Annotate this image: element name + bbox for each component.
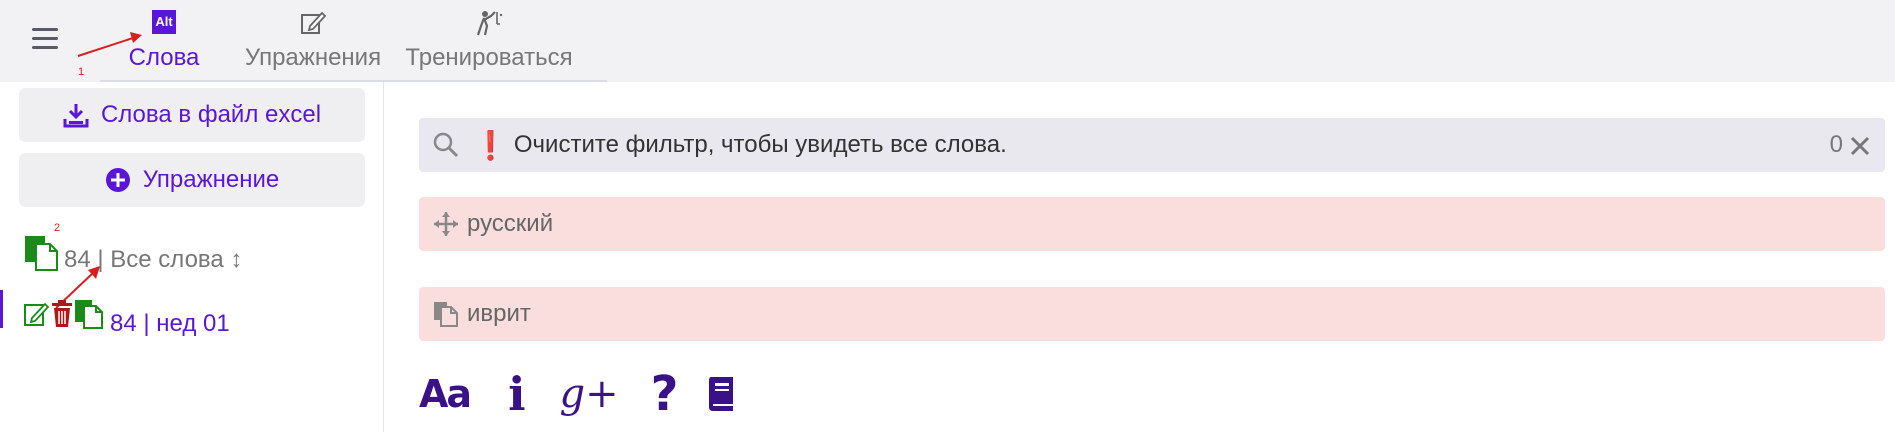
annotation-label-1: 1 — [78, 66, 85, 78]
list-item-label: 84 | нед 01 — [110, 310, 230, 337]
source-language-field[interactable]: русский — [419, 197, 1885, 251]
help-icon[interactable]: ? — [651, 366, 679, 422]
filter-message: Очистите фильтр, чтобы увидеть все слова… — [513, 131, 1007, 158]
sidebar: Слова в файл excel Упражнение 2 84 | Все… — [0, 82, 384, 432]
book-icon[interactable] — [707, 375, 737, 413]
download-icon — [63, 104, 89, 128]
font-size-icon[interactable]: Aa — [419, 372, 472, 416]
tab-train-label: Тренироваться — [405, 44, 573, 71]
warning-icon: ❗ — [473, 129, 508, 161]
close-icon[interactable] — [1847, 130, 1873, 160]
info-icon[interactable]: i — [508, 367, 525, 421]
alt-icon: Alt — [152, 10, 176, 36]
trash-icon[interactable] — [50, 299, 74, 329]
list-item-label: 84 | Все слова ↕ — [64, 246, 243, 273]
copy-icon[interactable] — [433, 301, 459, 327]
export-excel-label: Слова в файл excel — [100, 101, 322, 128]
edit-icon — [300, 10, 327, 36]
add-exercise-label: Упражнение — [142, 166, 280, 193]
hamburger-menu-icon[interactable] — [30, 28, 60, 54]
top-bar: Alt Слова Упражнения Тренироваться — [0, 0, 1895, 84]
target-language-label: иврит — [467, 300, 531, 327]
copy-icon[interactable] — [74, 299, 104, 329]
list-item-all-words[interactable]: 84 | Все слова ↕ — [24, 232, 242, 274]
tab-exercises[interactable]: Упражнения — [228, 6, 398, 82]
main-panel: ❗ Очистите фильтр, чтобы увидеть все сло… — [384, 82, 1895, 432]
target-language-field[interactable]: иврит — [419, 287, 1885, 341]
export-excel-button[interactable]: Слова в файл excel — [19, 88, 365, 142]
tab-train[interactable]: Тренироваться — [400, 6, 578, 82]
filter-bar[interactable]: ❗ Очистите фильтр, чтобы увидеть все сло… — [419, 118, 1885, 172]
google-plus-icon[interactable]: g+ — [560, 371, 619, 417]
search-icon — [433, 132, 459, 158]
list-item-week-01[interactable]: 84 | нед 01 — [24, 290, 230, 338]
copy-icon — [25, 236, 58, 271]
move-icon[interactable] — [433, 211, 459, 237]
golfer-icon — [475, 10, 503, 36]
tab-exercises-label: Упражнения — [244, 44, 382, 71]
selected-list-indicator — [0, 290, 3, 328]
edit-icon[interactable] — [24, 300, 50, 328]
filter-count: 0 — [1829, 131, 1843, 158]
toolbar-bottom: Aa i g+ ? — [419, 366, 761, 422]
source-language-label: русский — [467, 210, 554, 237]
